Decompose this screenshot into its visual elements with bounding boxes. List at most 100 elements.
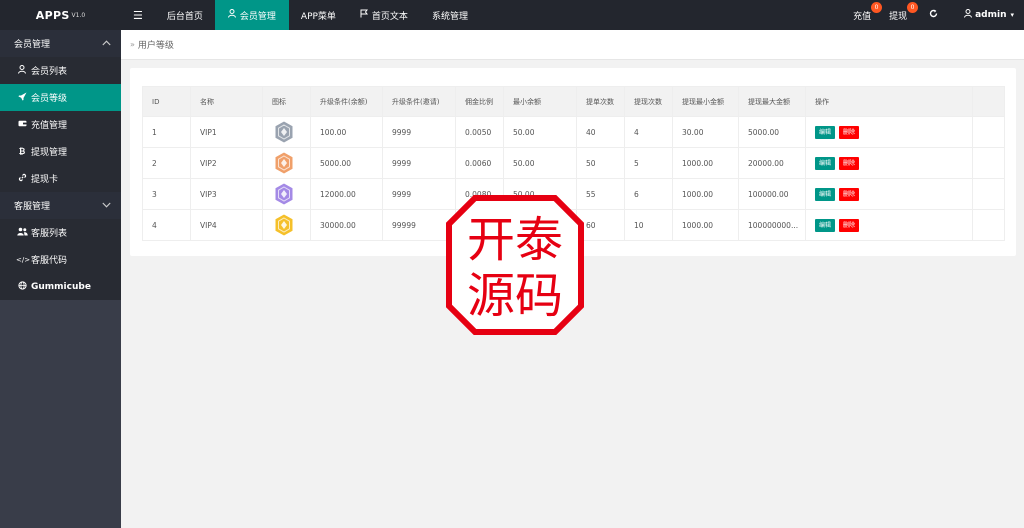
cell-blank	[972, 116, 1005, 148]
sidebar-item-label: 客服代码	[31, 256, 68, 266]
cell-balance-condition: 30000.00	[310, 209, 383, 241]
nav-dashboard[interactable]: 后台首页	[155, 0, 215, 30]
cell-commission: 0.0050	[455, 116, 504, 148]
sidebar-item-gummicube[interactable]: Gummicube	[0, 273, 121, 300]
nav-home-text[interactable]: 首页文本	[348, 0, 420, 30]
header-min-balance: 最小余额	[503, 86, 577, 117]
users-icon	[16, 227, 28, 238]
cell-blank	[972, 147, 1005, 179]
menu-toggle-button[interactable]: ☰	[121, 0, 155, 30]
refresh-button[interactable]	[925, 0, 952, 30]
sidebar-item-withdraw-card[interactable]: 提现卡	[0, 165, 121, 192]
edit-button[interactable]: 编辑	[815, 187, 836, 201]
cell-withdraw-max: 100000.00	[738, 178, 806, 210]
withdraw-label: 提现	[889, 11, 908, 22]
cell-withdraw-max: 20000.00	[738, 147, 806, 179]
cell-id: 2	[142, 147, 191, 179]
cell-withdraw-min: 1000.00	[672, 147, 739, 179]
header-invite-condition: 升级条件(邀请)	[382, 86, 456, 117]
sidebar: 会员管理 会员列表 会员等级 充值管理 ₿ 提现管理 提现卡 客服管理 客服列表…	[0, 30, 121, 528]
cell-actions: 编辑 删除	[805, 147, 973, 179]
header-commission: 佣金比例	[455, 86, 504, 117]
cell-orders: 40	[576, 116, 625, 148]
cell-id: 3	[142, 178, 191, 210]
header-withdraw-times: 提现次数	[624, 86, 673, 117]
chevron-down-icon: ▾	[1010, 11, 1014, 19]
table-header-row: ID 名称 图标 升级条件(余额) 升级条件(邀请) 佣金比例 最小余额 提单次…	[142, 86, 1005, 117]
nav-system-label: 系统管理	[431, 11, 468, 22]
delete-button[interactable]: 删除	[839, 156, 860, 170]
sidebar-group-service[interactable]: 客服管理	[0, 192, 121, 219]
cell-blank	[972, 209, 1005, 241]
nav-home-text-label: 首页文本	[371, 11, 408, 22]
menu-icon: ☰	[133, 8, 143, 22]
header-id: ID	[142, 86, 191, 117]
delete-button[interactable]: 删除	[839, 218, 860, 232]
sidebar-item-service-code[interactable]: </> 客服代码	[0, 246, 121, 273]
sidebar-group-label: 客服管理	[14, 202, 51, 212]
user-icon	[227, 9, 236, 21]
sidebar-group-member[interactable]: 会员管理	[0, 30, 121, 57]
sidebar-item-recharge[interactable]: 充值管理	[0, 111, 121, 138]
table-row: 1 VIP1 100.00 9999 0.0050 50.00 40 4 30.00 5000.0…	[142, 116, 1005, 148]
level-medal-icon	[274, 151, 294, 175]
chevron-up-icon	[102, 39, 111, 48]
header-withdraw-max: 提现最大金额	[738, 86, 806, 117]
cell-name: VIP2	[190, 147, 263, 179]
edit-button[interactable]: 编辑	[815, 156, 836, 170]
table-row: 2 VIP2 5000.00 9999 0.0060 50.00 50 5 1000.00 200…	[142, 147, 1005, 179]
edit-button[interactable]: 编辑	[815, 125, 836, 139]
flag-icon	[360, 9, 368, 21]
header-name: 名称	[190, 86, 263, 117]
sidebar-item-withdraw[interactable]: ₿ 提现管理	[0, 138, 121, 165]
nav-system[interactable]: 系统管理	[420, 0, 480, 30]
cell-commission: 0.0060	[455, 147, 504, 179]
cell-withdraw-max: 100000000...	[738, 209, 806, 241]
top-nav: ☰ 后台首页 会员管理 APP菜单 首页文本 系统管理	[121, 0, 480, 30]
stamp-line-2: 源码	[467, 268, 563, 324]
sidebar-item-service-list[interactable]: 客服列表	[0, 219, 121, 246]
sidebar-group-label: 会员管理	[14, 40, 51, 50]
delete-button[interactable]: 删除	[839, 187, 860, 201]
edit-button[interactable]: 编辑	[815, 218, 836, 232]
sidebar-item-member-list[interactable]: 会员列表	[0, 57, 121, 84]
sidebar-item-member-level[interactable]: 会员等级	[0, 84, 121, 111]
withdraw-badge: 0	[907, 2, 919, 13]
top-header: APPS V1.0 ☰ 后台首页 会员管理 APP菜单 首页文本 系统管理 充值…	[0, 0, 1024, 30]
cell-balance-condition: 12000.00	[310, 178, 383, 210]
username: admin	[975, 10, 1007, 20]
cell-withdraw-min: 30.00	[672, 116, 739, 148]
breadcrumb-separator-icon: »	[130, 40, 135, 49]
cell-blank	[972, 178, 1005, 210]
cell-actions: 编辑 删除	[805, 209, 973, 241]
cell-balance-condition: 100.00	[310, 116, 383, 148]
recharge-button[interactable]: 充值 0	[841, 0, 889, 30]
cell-medal	[262, 178, 311, 210]
sidebar-item-label: 会员等级	[31, 94, 68, 104]
link-icon	[16, 173, 28, 184]
withdraw-button[interactable]: 提现 0	[889, 0, 925, 30]
sidebar-item-label: Gummicube	[31, 281, 91, 292]
app-logo[interactable]: APPS V1.0	[0, 0, 121, 30]
header-actions: 操作	[805, 86, 973, 117]
rocket-icon	[16, 92, 28, 103]
user-menu[interactable]: admin ▾	[952, 0, 1024, 30]
cell-id: 4	[142, 209, 191, 241]
user-icon	[964, 9, 973, 21]
refresh-icon	[929, 9, 938, 21]
header-orders: 提单次数	[576, 86, 625, 117]
cell-invite-condition: 9999	[382, 116, 456, 148]
sidebar-item-label: 客服列表	[31, 229, 68, 239]
delete-button[interactable]: 删除	[839, 125, 860, 139]
cell-name: VIP1	[190, 116, 263, 148]
wallet-icon	[16, 120, 28, 129]
sidebar-item-label: 充值管理	[31, 121, 68, 131]
cell-min-balance: 50.00	[503, 147, 577, 179]
chevron-down-icon	[102, 201, 111, 210]
nav-member-management[interactable]: 会员管理	[214, 0, 289, 30]
nav-app-menu-label: APP菜单	[300, 11, 336, 22]
nav-app-menu[interactable]: APP菜单	[289, 0, 348, 30]
nav-member-label: 会员管理	[239, 11, 276, 22]
cell-balance-condition: 5000.00	[310, 147, 383, 179]
cell-withdraw-times: 10	[624, 209, 673, 241]
